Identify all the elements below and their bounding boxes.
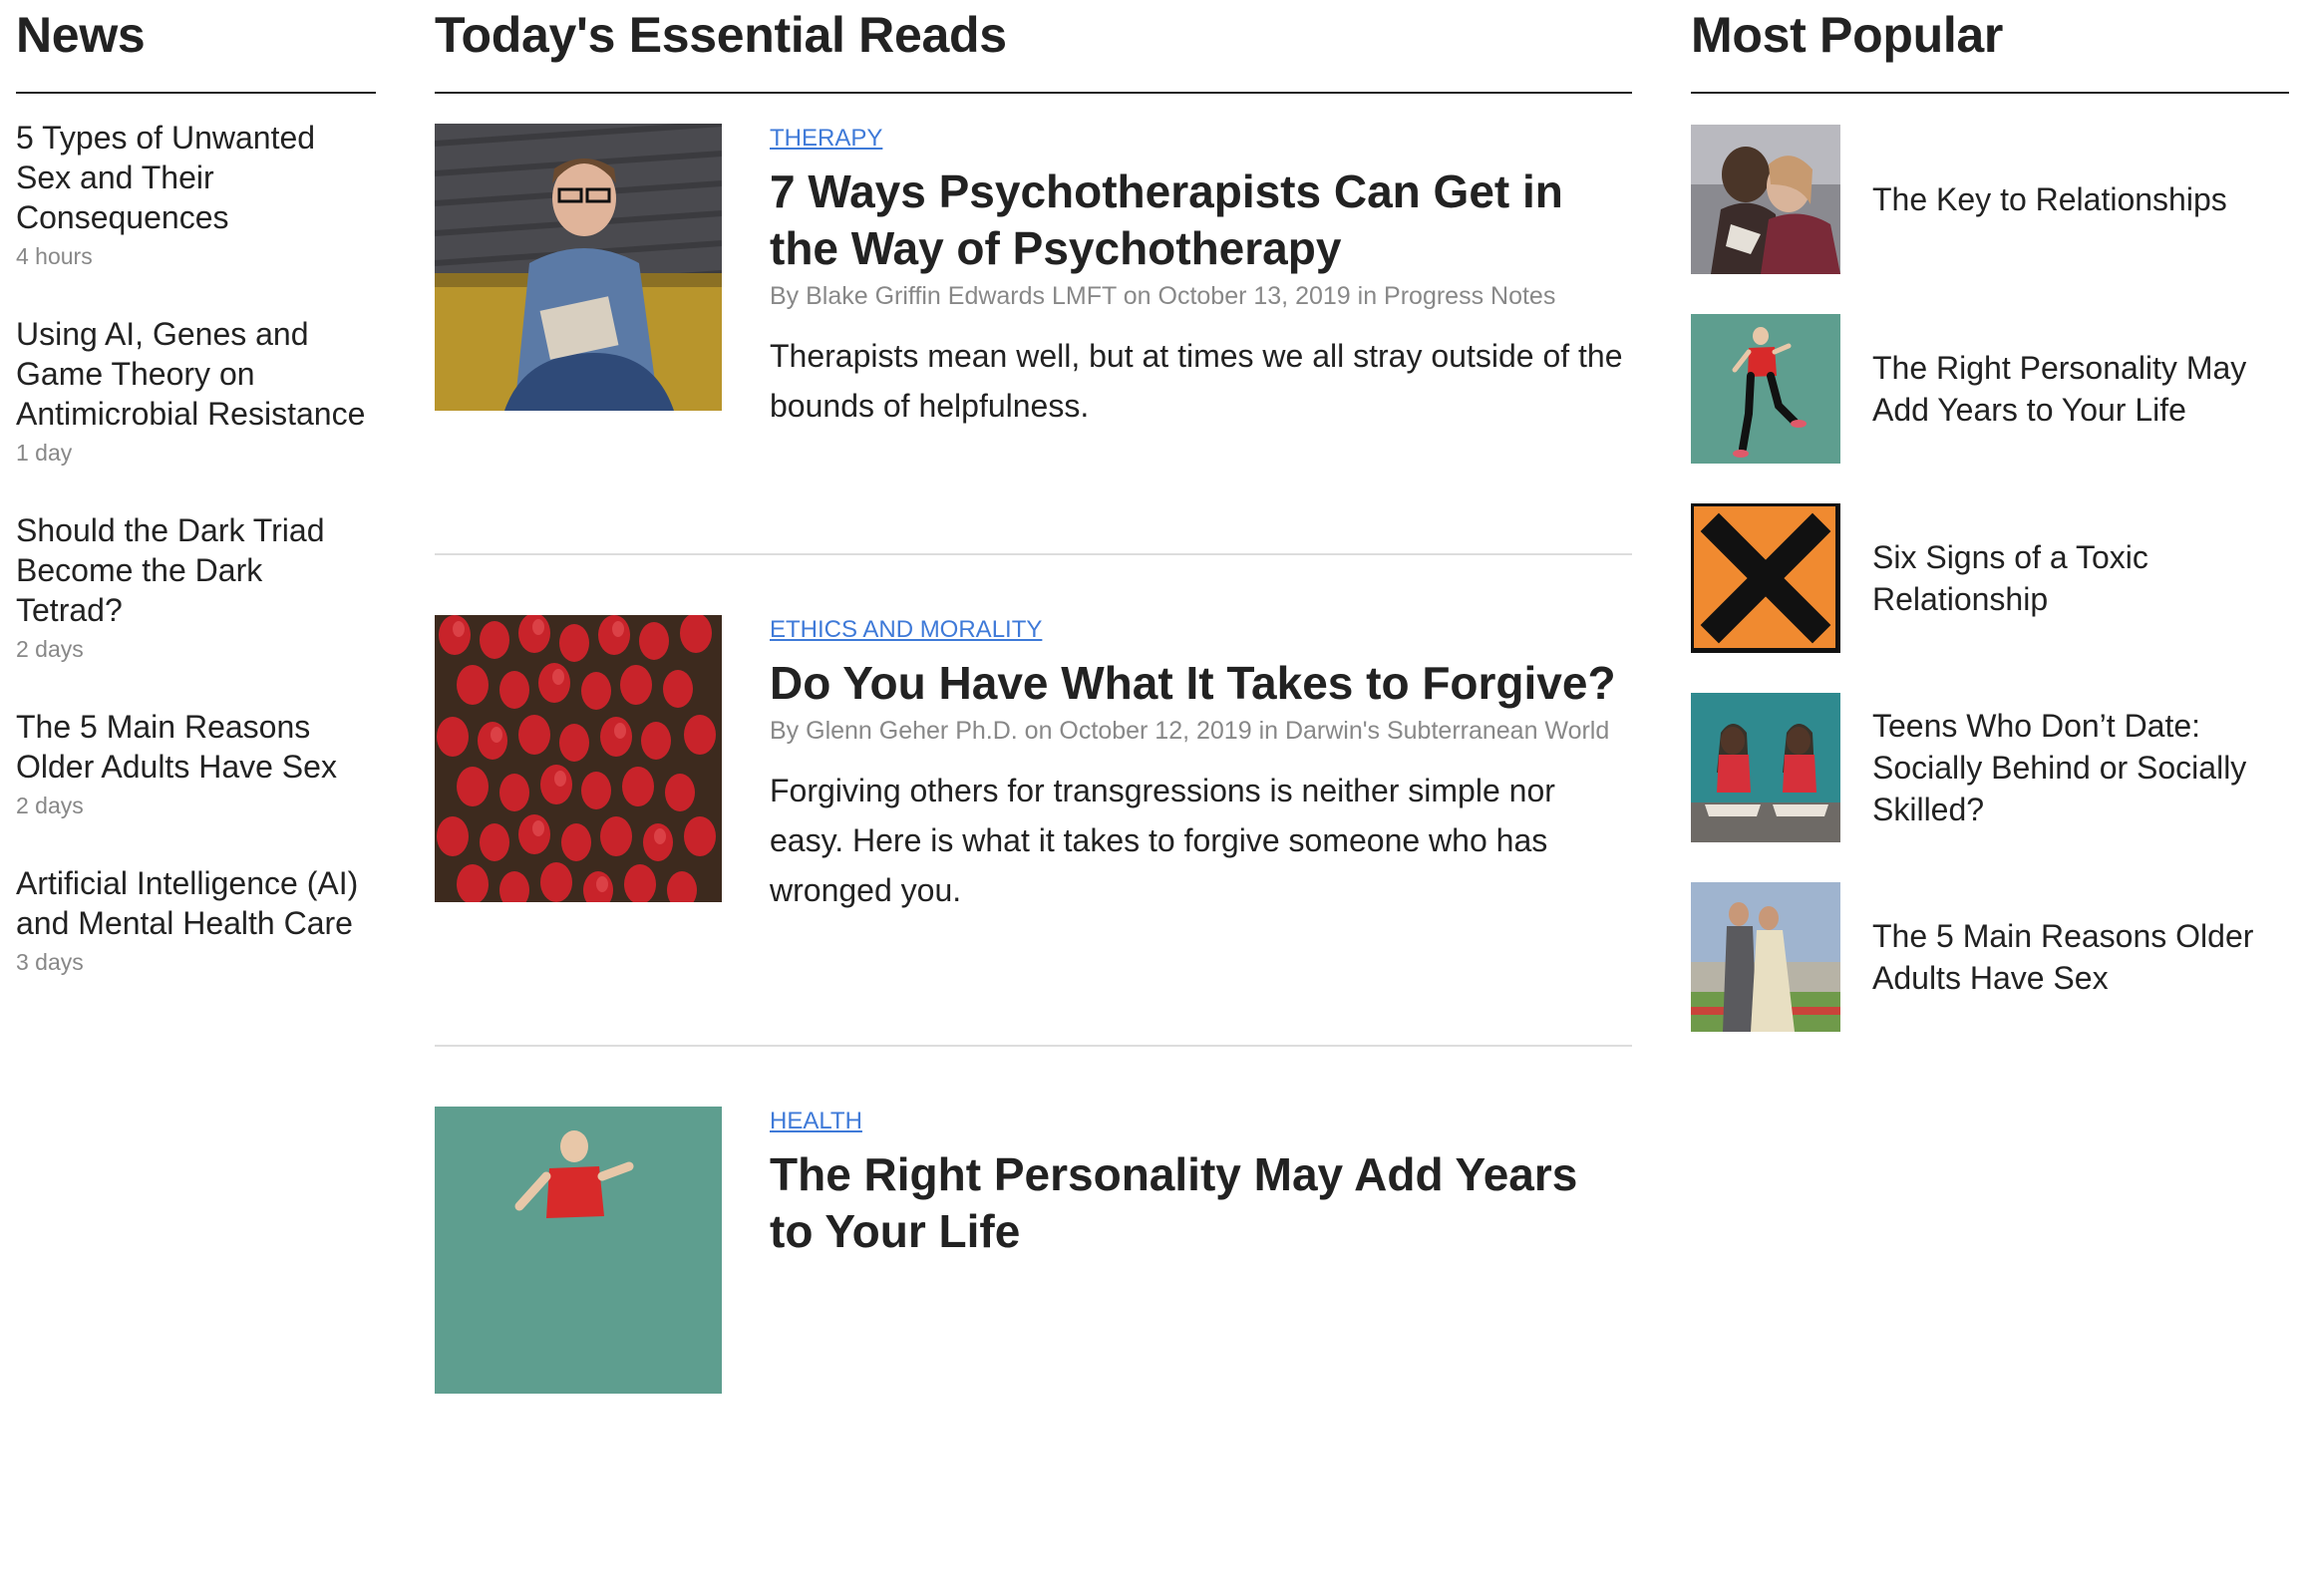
article-description: Therapists mean well, but at times we al… [770, 338, 1623, 424]
popular-item: The 5 Main Reasons Older Adults Have Sex [1691, 882, 2289, 1032]
news-item-link[interactable]: Using AI, Genes and Game Theory on Antim… [16, 314, 376, 434]
article-byline: By Blake Griffin Edwards LMFT on October… [770, 282, 1556, 310]
most-popular-heading: Most Popular [1691, 0, 2289, 94]
news-list: 5 Types of Unwanted Sex and Their Conseq… [16, 118, 376, 976]
popular-item: Teens Who Don’t Date: Socially Behind or… [1691, 693, 2289, 842]
running-figure-image [435, 1107, 722, 1394]
article-category[interactable]: HEALTH [770, 1107, 1632, 1136]
article-thumbnail[interactable] [435, 124, 722, 411]
essential-reads-column: Today's Essential Reads THERAPY 7 Ways P… [435, 0, 1632, 1596]
popular-thumbnail[interactable] [1691, 314, 1840, 464]
article-thumbnail[interactable] [435, 1107, 722, 1394]
article-body: HEALTH The Right Personality May Add Yea… [770, 1107, 1632, 1260]
red-rosebuds-image [435, 615, 722, 902]
essential-reads-list: THERAPY 7 Ways Psychotherapists Can Get … [435, 124, 1632, 1536]
toxic-hazard-icon [1691, 503, 1840, 653]
running-figure-image [1691, 314, 1840, 464]
article-card: HEALTH The Right Personality May Add Yea… [435, 1107, 1632, 1536]
popular-item-title[interactable]: Six Signs of a Toxic Relationship [1872, 536, 2281, 620]
essential-reads-heading: Today's Essential Reads [435, 0, 1632, 94]
popular-thumbnail[interactable] [1691, 125, 1840, 274]
most-popular-list: The Key to Relationships The Right Perso… [1691, 125, 2289, 1032]
news-item-time: 2 days [16, 793, 84, 818]
article-body: THERAPY 7 Ways Psychotherapists Can Get … [770, 124, 1632, 431]
popular-item: The Key to Relationships [1691, 125, 2289, 274]
popular-item-title[interactable]: The 5 Main Reasons Older Adults Have Sex [1872, 915, 2281, 999]
article-title[interactable]: The Right Personality May Add Years to Y… [770, 1146, 1632, 1260]
news-item-link[interactable]: Artificial Intelligence (AI) and Mental … [16, 863, 376, 943]
most-popular-column: Most Popular The Key to Relationships Th… [1691, 0, 2289, 1072]
popular-thumbnail[interactable] [1691, 693, 1840, 842]
news-item: Should the Dark Triad Become the Dark Te… [16, 510, 376, 663]
article-description: Forgiving others for transgressions is n… [770, 773, 1555, 908]
article-body: ETHICS AND MORALITY Do You Have What It … [770, 615, 1632, 915]
news-item-time: 1 day [16, 440, 73, 466]
news-item-link[interactable]: 5 Types of Unwanted Sex and Their Conseq… [16, 118, 376, 237]
teens-sitting-image [1691, 693, 1840, 842]
popular-item: The Right Personality May Add Years to Y… [1691, 314, 2289, 464]
news-item-time: 2 days [16, 636, 84, 662]
news-item: The 5 Main Reasons Older Adults Have Sex… [16, 707, 376, 819]
news-column: News 5 Types of Unwanted Sex and Their C… [16, 0, 376, 1020]
article-thumbnail[interactable] [435, 615, 722, 902]
article-title[interactable]: 7 Ways Psychotherapists Can Get in the W… [770, 163, 1632, 277]
news-item: Using AI, Genes and Game Theory on Antim… [16, 314, 376, 467]
couple-hugging-image [1691, 125, 1840, 274]
news-item: 5 Types of Unwanted Sex and Their Conseq… [16, 118, 376, 270]
popular-thumbnail[interactable] [1691, 503, 1840, 653]
article-card: THERAPY 7 Ways Psychotherapists Can Get … [435, 124, 1632, 555]
article-category[interactable]: THERAPY [770, 124, 1632, 154]
news-item-link[interactable]: The 5 Main Reasons Older Adults Have Sex [16, 707, 376, 787]
popular-item: Six Signs of a Toxic Relationship [1691, 503, 2289, 653]
article-title[interactable]: Do You Have What It Takes to Forgive? [770, 655, 1632, 712]
man-writing-image [435, 124, 722, 411]
popular-item-title[interactable]: The Key to Relationships [1872, 178, 2281, 220]
news-heading: News [16, 0, 376, 94]
popular-item-title[interactable]: Teens Who Don’t Date: Socially Behind or… [1872, 705, 2281, 830]
article-byline: By Glenn Geher Ph.D. on October 12, 2019… [770, 717, 1610, 745]
news-item-time: 3 days [16, 949, 84, 975]
news-item-link[interactable]: Should the Dark Triad Become the Dark Te… [16, 510, 376, 630]
news-item-time: 4 hours [16, 243, 93, 269]
article-card: ETHICS AND MORALITY Do You Have What It … [435, 615, 1632, 1047]
news-item: Artificial Intelligence (AI) and Mental … [16, 863, 376, 976]
older-couple-image [1691, 882, 1840, 1032]
article-category[interactable]: ETHICS AND MORALITY [770, 615, 1632, 645]
popular-item-title[interactable]: The Right Personality May Add Years to Y… [1872, 347, 2281, 431]
popular-thumbnail[interactable] [1691, 882, 1840, 1032]
